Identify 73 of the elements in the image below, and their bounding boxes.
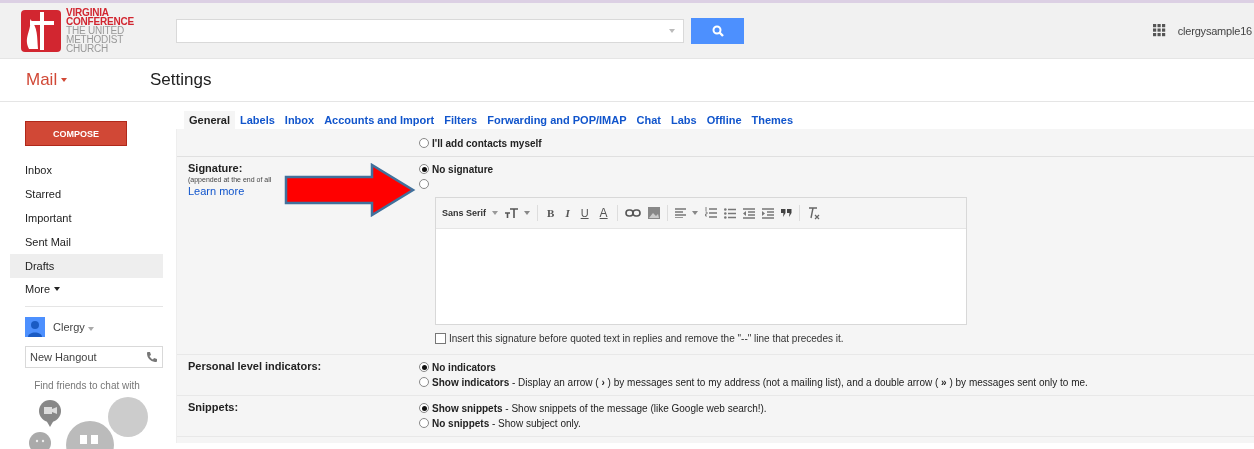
compose-button[interactable]: COMPOSE	[25, 121, 127, 146]
dropdown-caret-icon	[669, 28, 675, 33]
settings-tab[interactable]: Offline	[701, 111, 747, 129]
format-button[interactable]: U	[578, 207, 591, 219]
option-text: No snippets - Show subject only.	[432, 417, 581, 429]
font-size-icon	[505, 208, 519, 218]
checkbox[interactable]	[435, 333, 446, 344]
option-text: Show snippets - Show snippets of the message (like Google web search!).	[432, 402, 767, 414]
cross-flame-logo-icon	[20, 8, 62, 53]
logo-text: THE UNITED	[66, 26, 124, 35]
logo-text: VIRGINIA	[66, 8, 110, 17]
quote-icon[interactable]	[780, 209, 792, 217]
sidebar-item[interactable]: Sent Mail	[0, 230, 163, 254]
search-field[interactable]	[176, 18, 684, 43]
logo-text: METHODIST	[66, 35, 125, 44]
option-text: I'll add contacts myself	[432, 137, 542, 149]
option-text: Show indicators - Display an arrow ( › ) by messages sent to my address (not a mailing list), and a double arrow ( » ) by messages sent only to me.	[432, 376, 1088, 388]
align-icon	[674, 208, 686, 218]
mail-menu[interactable]: Mail	[0, 69, 150, 91]
option-text: No signature	[432, 163, 494, 175]
settings-tab[interactable]: Labels	[234, 111, 280, 129]
avatar-icon	[25, 317, 45, 337]
settings-tab[interactable]: General	[184, 111, 235, 129]
hangouts-hint: Find friends to chat with	[33, 380, 141, 391]
search-icon	[711, 24, 724, 37]
setting-label: Snippets:	[188, 401, 240, 413]
setting-label: Personal level indicators:	[188, 360, 323, 372]
sidebar-item[interactable]: Drafts	[10, 254, 163, 278]
option-text: No indicators	[432, 361, 496, 373]
setting-label: Signature:	[188, 162, 244, 174]
apps-grid-icon[interactable]	[1152, 24, 1166, 37]
font-menu[interactable]: Sans Serif	[442, 208, 499, 218]
page-title: Settings	[150, 70, 212, 90]
logo-text: CHURCH	[66, 44, 109, 53]
decrease-indent-icon[interactable]	[742, 207, 755, 219]
account-name[interactable]: clergysample16	[1177, 24, 1252, 37]
hangouts-user-menu[interactable]: Clergy	[53, 321, 94, 333]
settings-tab[interactable]: Chat	[631, 111, 666, 129]
settings-tab[interactable]: Accounts and Import	[319, 111, 440, 129]
phone-icon	[146, 351, 157, 362]
image-icon[interactable]	[647, 207, 660, 219]
bulleted-list-icon[interactable]	[723, 207, 736, 219]
settings-tab[interactable]: Forwarding and POP/IMAP	[482, 111, 632, 129]
settings-tab[interactable]: Inbox	[279, 111, 320, 129]
search-button[interactable]	[691, 17, 744, 44]
radio-button[interactable]	[419, 377, 429, 387]
numbered-list-icon[interactable]	[704, 207, 717, 219]
radio-button[interactable]	[419, 179, 429, 189]
radio-button[interactable]	[419, 362, 429, 372]
sidebar-item[interactable]: Inbox	[0, 158, 163, 182]
font-size-menu[interactable]	[505, 208, 531, 218]
settings-tab[interactable]: Filters	[439, 111, 483, 129]
align-menu[interactable]	[674, 208, 698, 218]
more-menu[interactable]: More	[0, 278, 65, 300]
format-button[interactable]: B	[545, 207, 557, 219]
settings-tab[interactable]: Themes	[746, 111, 799, 129]
increase-indent-icon[interactable]	[761, 207, 774, 219]
radio-button[interactable]	[419, 403, 429, 413]
sidebar-item[interactable]: Important	[0, 206, 163, 230]
link-icon[interactable]	[624, 209, 641, 217]
logo-text: CONFERENCE	[66, 17, 134, 26]
sidebar-item[interactable]: Starred	[0, 182, 163, 206]
radio-button[interactable]	[419, 164, 429, 174]
new-hangout-field[interactable]: New Hangout	[25, 346, 163, 368]
clear-formatting-icon[interactable]	[806, 206, 820, 220]
format-button[interactable]: A	[597, 206, 610, 220]
learn-more-link[interactable]: Learn more	[188, 185, 245, 197]
radio-button[interactable]	[419, 418, 429, 428]
radio-button[interactable]	[419, 138, 429, 148]
settings-tab[interactable]: Labs	[666, 111, 702, 129]
format-button[interactable]: I	[563, 207, 572, 219]
signature-editor[interactable]: Sans Serif B I U A	[435, 197, 967, 325]
checkbox-label: Insert this signature before quoted text in replies and remove the "--" line that precedes it.	[449, 333, 844, 344]
